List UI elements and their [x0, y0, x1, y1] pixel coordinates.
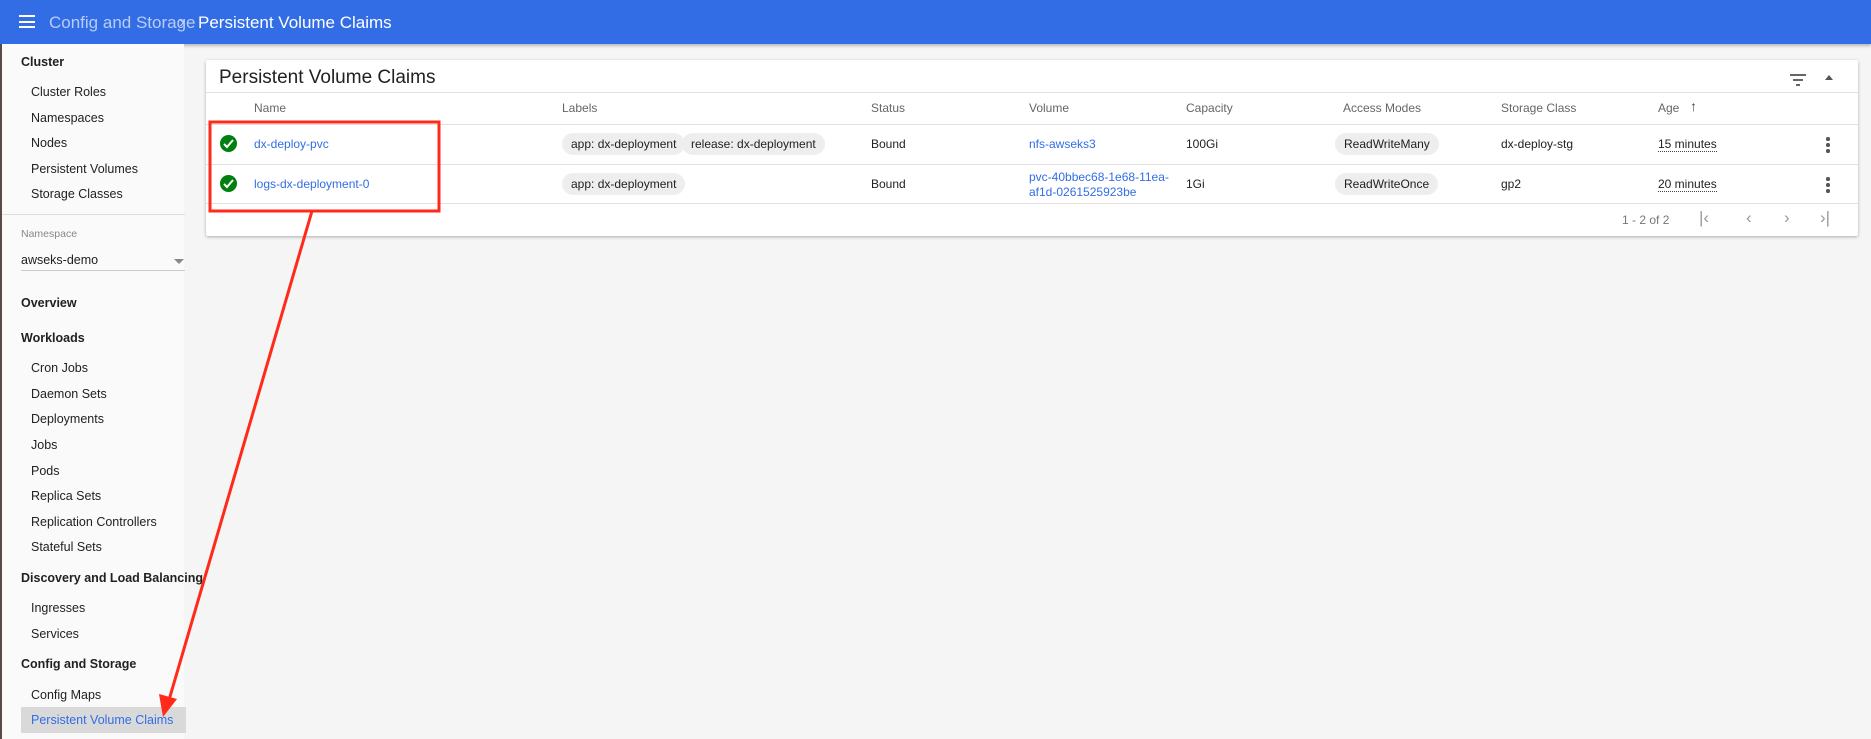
pvc-card: Persistent Volume Claims Name Labels Sta… — [206, 60, 1858, 236]
column-header-labels: Labels — [562, 101, 598, 115]
volume-link[interactable]: pvc-40bbec68-1e68-11ea- — [1029, 170, 1169, 184]
status: Bound — [871, 137, 906, 151]
storage-class: gp2 — [1501, 177, 1522, 191]
volume-link-line2[interactable]: af1d-0261525923be — [1029, 185, 1136, 199]
next-page-icon[interactable]: › — [1784, 208, 1790, 228]
check-circle-icon — [220, 175, 237, 192]
chevron-right-icon: › — [179, 12, 185, 31]
sidebar-item-services[interactable]: Services — [31, 627, 79, 641]
column-header-name[interactable]: Name — [254, 101, 286, 115]
pvc-name-link[interactable]: dx-deploy-pvc — [254, 137, 329, 151]
namespace-underline — [21, 270, 185, 271]
first-page-icon[interactable]: |‹ — [1699, 208, 1709, 228]
arrow-up-icon[interactable]: ↑ — [1690, 98, 1697, 114]
column-header-age[interactable]: Age — [1658, 101, 1679, 115]
sidebar-item-ingresses[interactable]: Ingresses — [31, 601, 85, 615]
sidebar-item-persistent-volume-claims[interactable]: Persistent Volume Claims — [21, 707, 186, 733]
dropdown-arrow-icon[interactable] — [174, 259, 184, 264]
sidebar-item-stateful-sets[interactable]: Stateful Sets — [31, 540, 102, 554]
sidebar: Cluster Cluster Roles Namespaces Nodes P… — [0, 44, 203, 739]
sidebar-item-replication-controllers[interactable]: Replication Controllers — [31, 515, 157, 529]
capacity: 100Gi — [1186, 137, 1219, 151]
sidebar-heading-config-storage[interactable]: Config and Storage — [21, 657, 136, 671]
sidebar-item-persistent-volumes[interactable]: Persistent Volumes — [31, 162, 138, 176]
sidebar-item-storage-classes[interactable]: Storage Classes — [31, 187, 123, 201]
sidebar-heading-discovery[interactable]: Discovery and Load Balancing — [21, 571, 203, 585]
column-header-volume: Volume — [1029, 101, 1070, 115]
sidebar-item-pods[interactable]: Pods — [31, 464, 60, 478]
collapse-icon[interactable] — [1825, 75, 1833, 80]
sidebar-item-deployments[interactable]: Deployments — [31, 412, 104, 426]
label-chip: app: dx-deployment — [562, 173, 686, 195]
sidebar-heading-workloads[interactable]: Workloads — [21, 331, 85, 345]
label-chip: app: dx-deployment — [562, 133, 686, 155]
breadcrumb-current: Persistent Volume Claims — [198, 13, 392, 32]
age: 15 minutes — [1658, 137, 1717, 152]
column-header-capacity: Capacity — [1186, 101, 1233, 115]
breadcrumb-config-and-storage[interactable]: Config and Storage — [49, 13, 196, 33]
age: 20 minutes — [1658, 177, 1717, 192]
access-mode-chip: ReadWriteMany — [1335, 133, 1439, 155]
annotation-arrow-line — [167, 210, 314, 701]
sidebar-item-jobs[interactable]: Jobs — [31, 438, 57, 452]
sidebar-item-cluster-roles[interactable]: Cluster Roles — [31, 85, 106, 99]
namespace-label: Namespace — [21, 228, 78, 240]
storage-class: dx-deploy-stg — [1501, 137, 1574, 151]
label-chip: release: dx-deployment — [682, 133, 825, 155]
column-header-storage-class[interactable]: Storage Class — [1501, 101, 1576, 115]
sidebar-item-namespaces[interactable]: Namespaces — [31, 111, 104, 125]
sidebar-item-config-maps[interactable]: Config Maps — [31, 688, 101, 702]
capacity: 1Gi — [1186, 177, 1205, 191]
volume-link[interactable]: nfs-awseks3 — [1029, 137, 1096, 151]
pvc-name-link[interactable]: logs-dx-deployment-0 — [254, 177, 369, 191]
more-actions-icon[interactable] — [1826, 137, 1830, 155]
previous-page-icon[interactable]: ‹ — [1746, 208, 1752, 228]
column-header-access-modes: Access Modes — [1343, 101, 1422, 115]
card-title: Persistent Volume Claims — [219, 67, 436, 88]
sidebar-heading-cluster[interactable]: Cluster — [21, 55, 64, 69]
more-actions-icon[interactable] — [1826, 177, 1830, 195]
check-circle-icon — [220, 135, 237, 152]
sidebar-item-overview[interactable]: Overview — [21, 296, 77, 310]
access-mode-chip: ReadWriteOnce — [1335, 173, 1439, 195]
top-bar: Config and Storage › Persistent Volume C… — [0, 0, 1871, 44]
pagination-range: 1 - 2 of 2 — [1622, 213, 1670, 227]
sidebar-item-cron-jobs[interactable]: Cron Jobs — [31, 361, 88, 375]
namespace-select[interactable]: awseks-demo — [21, 253, 98, 267]
filter-icon[interactable] — [1790, 73, 1806, 91]
sidebar-item-nodes[interactable]: Nodes — [31, 136, 67, 150]
sidebar-item-replica-sets[interactable]: Replica Sets — [31, 489, 101, 503]
last-page-icon[interactable]: ›| — [1820, 208, 1830, 228]
sidebar-divider — [2, 214, 185, 215]
sidebar-item-daemon-sets[interactable]: Daemon Sets — [31, 387, 107, 401]
menu-icon[interactable] — [19, 15, 35, 28]
column-header-status: Status — [871, 101, 906, 115]
status: Bound — [871, 177, 906, 191]
